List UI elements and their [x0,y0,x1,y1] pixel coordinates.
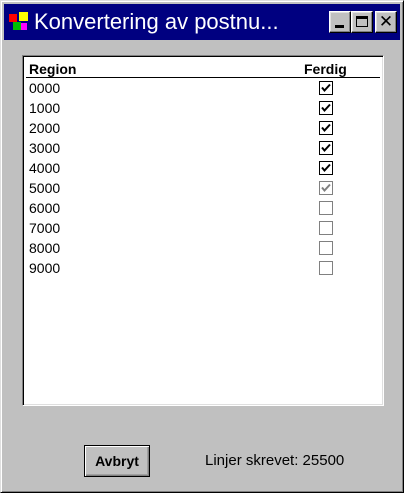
region-code: 3000 [29,140,61,156]
done-checkbox[interactable] [319,81,333,95]
region-list[interactable]: Region Ferdig 0000 1000 2000 3000 4000 5000 60… [22,55,384,406]
checkmark-icon [321,103,331,113]
region-code: 6000 [29,200,61,216]
checkmark-icon [321,83,331,93]
column-header-done: Ferdig [304,61,347,77]
maximize-icon [356,16,368,27]
list-item[interactable]: 0000 [26,78,380,98]
checkmark-icon [321,183,331,193]
list-item[interactable]: 2000 [26,118,380,138]
window-title: Konvertering av postnu... [34,9,279,34]
list-item[interactable]: 9000 [26,258,380,278]
done-checkbox[interactable] [319,161,333,175]
done-checkbox[interactable] [319,121,333,135]
minimize-button[interactable] [329,11,351,33]
status-lines-written: Linjer skrevet: 25500 [205,452,345,469]
region-code: 1000 [29,100,61,116]
cancel-button[interactable]: Avbryt [84,445,150,477]
list-header: Region Ferdig [26,61,380,78]
list-item[interactable]: 8000 [26,238,380,258]
title-bar[interactable]: Konvertering av postnu... ✕ [4,4,400,40]
list-item[interactable]: 5000 [26,178,380,198]
close-icon: ✕ [378,12,394,32]
maximize-button[interactable] [351,11,373,33]
done-checkbox[interactable] [319,261,333,275]
list-rows: 0000 1000 2000 3000 4000 5000 6000 7000 8000 9000 [26,78,380,278]
list-item[interactable]: 4000 [26,158,380,178]
region-code: 2000 [29,120,61,136]
done-checkbox[interactable] [319,141,333,155]
app-icon[interactable] [9,12,29,32]
list-item[interactable]: 1000 [26,98,380,118]
done-checkbox[interactable] [319,181,333,195]
checkmark-icon [321,123,331,133]
column-header-region: Region [29,61,77,77]
list-item[interactable]: 6000 [26,198,380,218]
checkmark-icon [321,163,331,173]
region-code: 7000 [29,220,61,236]
region-code: 0000 [29,80,61,96]
done-checkbox[interactable] [319,101,333,115]
region-code: 5000 [29,180,61,196]
region-code: 4000 [29,160,61,176]
region-code: 9000 [29,260,61,276]
minimize-icon [335,25,344,28]
list-item[interactable]: 3000 [26,138,380,158]
app-window: Konvertering av postnu... ✕ Region Ferdi… [0,0,404,493]
done-checkbox[interactable] [319,221,333,235]
done-checkbox[interactable] [319,241,333,255]
region-code: 8000 [29,240,61,256]
list-item[interactable]: 7000 [26,218,380,238]
done-checkbox[interactable] [319,201,333,215]
checkmark-icon [321,143,331,153]
close-button[interactable]: ✕ [375,11,397,33]
